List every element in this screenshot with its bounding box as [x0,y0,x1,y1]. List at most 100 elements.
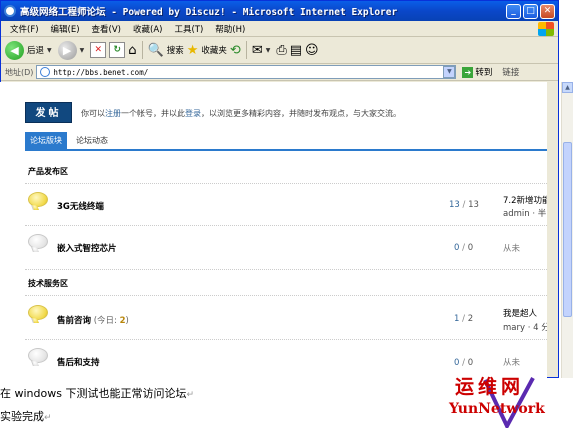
title-bar: 高级网络工程师论坛 - Powered by Discuz! - Microso… [1,1,558,21]
vertical-scrollbar[interactable]: ▲ [561,82,573,378]
history-icon[interactable]: ⟲ [230,44,241,57]
divider [25,225,547,226]
last-post-meta: mary · 4 分 [503,323,547,333]
home-icon[interactable]: ⌂ [128,44,136,57]
maximize-button[interactable]: □ [523,3,538,19]
yunnetwork-logo: 运维网 YunNetwork [445,372,573,428]
edit-icon[interactable]: ▤ [290,44,302,57]
menu-bar: 文件(F) 编辑(E) 查看(V) 收藏(A) 工具(T) 帮助(H) [1,21,558,37]
stop-icon[interactable]: ✕ [90,42,107,58]
back-dropdown-icon[interactable]: ▼ [47,47,52,54]
search-button[interactable]: 搜索 [167,44,184,56]
menu-view[interactable]: 查看(V) [86,23,127,35]
new-post-button[interactable]: 发帖 [25,102,72,123]
toolbar-separator [245,41,247,59]
menu-help[interactable]: 帮助(H) [209,23,251,35]
address-label: 地址(D) [5,67,34,77]
search-icon[interactable]: 🔍 [148,44,164,57]
page-viewport: 发帖 你可以注册一个帐号，并以此登录，以浏览更多精彩内容，并随时发布观点，与大家… [0,82,547,378]
guest-notice: 你可以注册一个帐号，并以此登录，以浏览更多精彩内容，并随时发布观点，与大家交流。 [81,108,401,119]
today-count: 2 [119,316,126,326]
last-post-never: 从未 [503,244,521,254]
forum-no-new-icon [28,348,48,363]
mail-icon[interactable]: ✉ [252,44,263,57]
login-link[interactable]: 登录 [185,109,201,118]
favorites-star-icon[interactable]: ★ [187,44,199,57]
forum-link[interactable]: 嵌入式智控芯片 [57,242,117,254]
document-line: 在 windows 下测试也能正常访问论坛↵ [0,387,195,400]
register-link[interactable]: 注册 [105,109,121,118]
forum-new-icon [28,305,48,320]
back-button[interactable]: 后退 [27,44,44,56]
windows-flag-icon [538,22,554,36]
paragraph-mark-icon: ↵ [186,390,195,400]
toolbar: ◀ 后退 ▼ ▶ ▼ ✕ ↻ ⌂ 🔍 搜索 ★ 收藏夹 ⟲ ✉ ▼ ⎙ ▤ ☺ [1,37,558,64]
go-button[interactable]: ➔ 转到 [462,66,492,78]
close-button[interactable]: ✕ [540,3,555,19]
address-dropdown-icon[interactable]: ▼ [443,66,456,78]
messenger-icon[interactable]: ☺ [305,44,319,57]
tab-forum-sections[interactable]: 论坛版块 [25,132,67,149]
menu-tools[interactable]: 工具(T) [168,23,209,35]
notice-suffix: ，以浏览更多精彩内容，并随时发布观点，与大家交流。 [201,109,401,118]
links-button[interactable]: 链接 [502,66,519,78]
post-count: 13 [468,200,479,210]
menu-file[interactable]: 文件(F) [4,23,45,35]
logo-chinese: 运维网 [455,376,525,398]
refresh-icon[interactable]: ↻ [109,42,126,58]
divider [25,295,547,296]
last-post-meta: admin · 半 [503,209,547,219]
post-count: 0 [467,243,474,253]
page-icon [40,67,51,77]
tab-forum-activity[interactable]: 论坛动态 [76,132,108,149]
today-label: (今日: 2) [91,316,129,326]
scroll-thumb[interactable] [563,142,572,317]
menu-favorites[interactable]: 收藏(A) [127,23,168,35]
forum-new-icon [28,192,48,207]
address-input[interactable]: http://bbs.benet.com/ ▼ [36,65,457,79]
go-label: 转到 [475,68,493,78]
forum-link[interactable]: 售后和支持 [57,356,100,368]
last-post-link[interactable]: 我是超人 [503,307,537,319]
forum-link[interactable]: 售前咨询 [57,316,91,326]
forum-counts: 1 / 2 [454,314,474,324]
divider [25,269,547,270]
go-arrow-icon: ➔ [462,66,474,78]
forward-arrow-icon[interactable]: ▶ [57,40,77,60]
divider [25,339,547,340]
address-url[interactable]: http://bbs.benet.com/ [53,68,443,77]
post-count: 2 [467,314,474,324]
ie-logo-icon [4,5,16,17]
minimize-button[interactable]: _ [506,3,521,19]
back-arrow-icon[interactable]: ◀ [5,40,24,60]
window-title: 高级网络工程师论坛 - Powered by Discuz! - Microso… [20,7,398,18]
notice-middle: 一个帐号，并以此 [121,109,185,118]
menu-edit[interactable]: 编辑(E) [45,23,86,35]
forum-row: 售前咨询 (今日: 2) [57,314,129,326]
thread-count: 13 [449,200,460,210]
print-icon[interactable]: ⎙ [276,44,286,57]
document-text: 在 windows 下测试也能正常访问论坛↵ 实验完成↵ [0,383,194,428]
forum-link[interactable]: 3G无线终端 [57,200,104,212]
address-bar: 地址(D) http://bbs.benet.com/ ▼ ➔ 转到 链接 [1,64,558,81]
mail-dropdown-icon[interactable]: ▼ [266,47,271,54]
forum-counts: 0 / 0 [454,243,474,253]
logo-english: YunNetwork [449,401,545,417]
paragraph-mark-icon: ↵ [44,413,52,423]
section-title: 产品发布区 [28,167,68,176]
post-count: 0 [467,358,474,368]
forward-dropdown-icon[interactable]: ▼ [80,47,85,54]
tab-underline [25,149,547,151]
scroll-up-icon[interactable]: ▲ [562,82,573,93]
divider [25,183,547,184]
document-line: 实验完成↵ [0,410,52,423]
forum-counts: 13 / 13 [449,200,479,210]
notice-prefix: 你可以 [81,109,105,118]
favorites-button[interactable]: 收藏夹 [201,44,227,56]
forum-no-new-icon [28,234,48,249]
forum-counts: 0 / 0 [454,358,474,368]
last-post-link[interactable]: 7.2新增功能 [503,194,547,206]
section-title: 技术服务区 [28,279,68,288]
toolbar-separator [141,41,143,59]
last-post-never: 从未 [503,358,521,368]
